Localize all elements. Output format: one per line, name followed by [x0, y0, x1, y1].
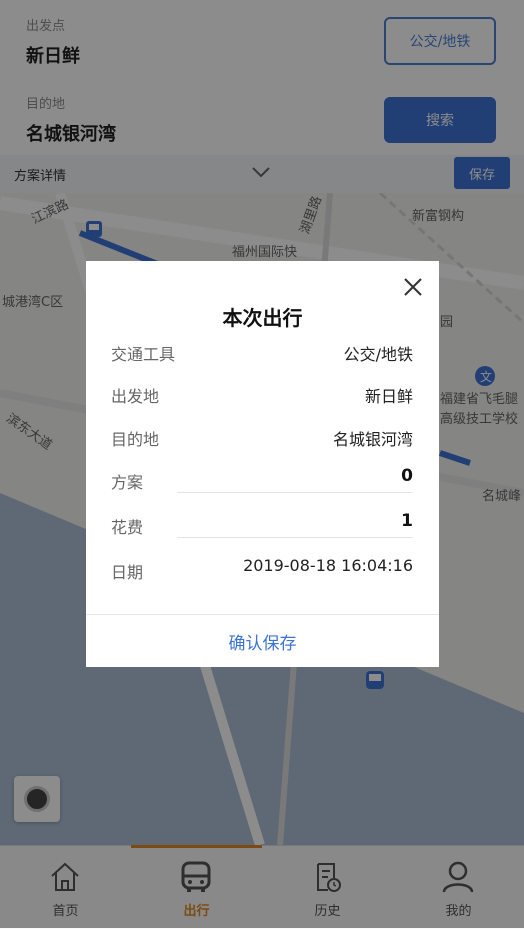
- origin-label: 出发地: [111, 387, 160, 406]
- date-label: 日期: [111, 563, 144, 582]
- plan-input[interactable]: 0: [177, 464, 413, 493]
- destination-label: 目的地: [111, 430, 160, 449]
- date-value: 2019-08-18 16:04:16: [243, 556, 413, 575]
- destination-value: 名城银河湾: [332, 430, 413, 449]
- transport-label: 交通工具: [111, 345, 176, 364]
- plan-label: 方案: [111, 473, 144, 492]
- cost-input[interactable]: 1: [177, 509, 413, 538]
- confirm-save-button[interactable]: 确认保存: [86, 615, 439, 667]
- close-icon[interactable]: [402, 276, 424, 298]
- origin-value: 新日鲜: [364, 387, 413, 406]
- dialog-title: 本次出行: [222, 306, 303, 330]
- plan-value: 0: [401, 466, 413, 486]
- cost-label: 花费: [111, 518, 144, 537]
- cost-value: 1: [401, 511, 413, 531]
- transport-value: 公交/地铁: [343, 345, 413, 364]
- app: 出发点 新日鲜 目的地 名城银河湾 公交/地铁 搜索 方案详情 保存 江滨路 福…: [0, 0, 524, 929]
